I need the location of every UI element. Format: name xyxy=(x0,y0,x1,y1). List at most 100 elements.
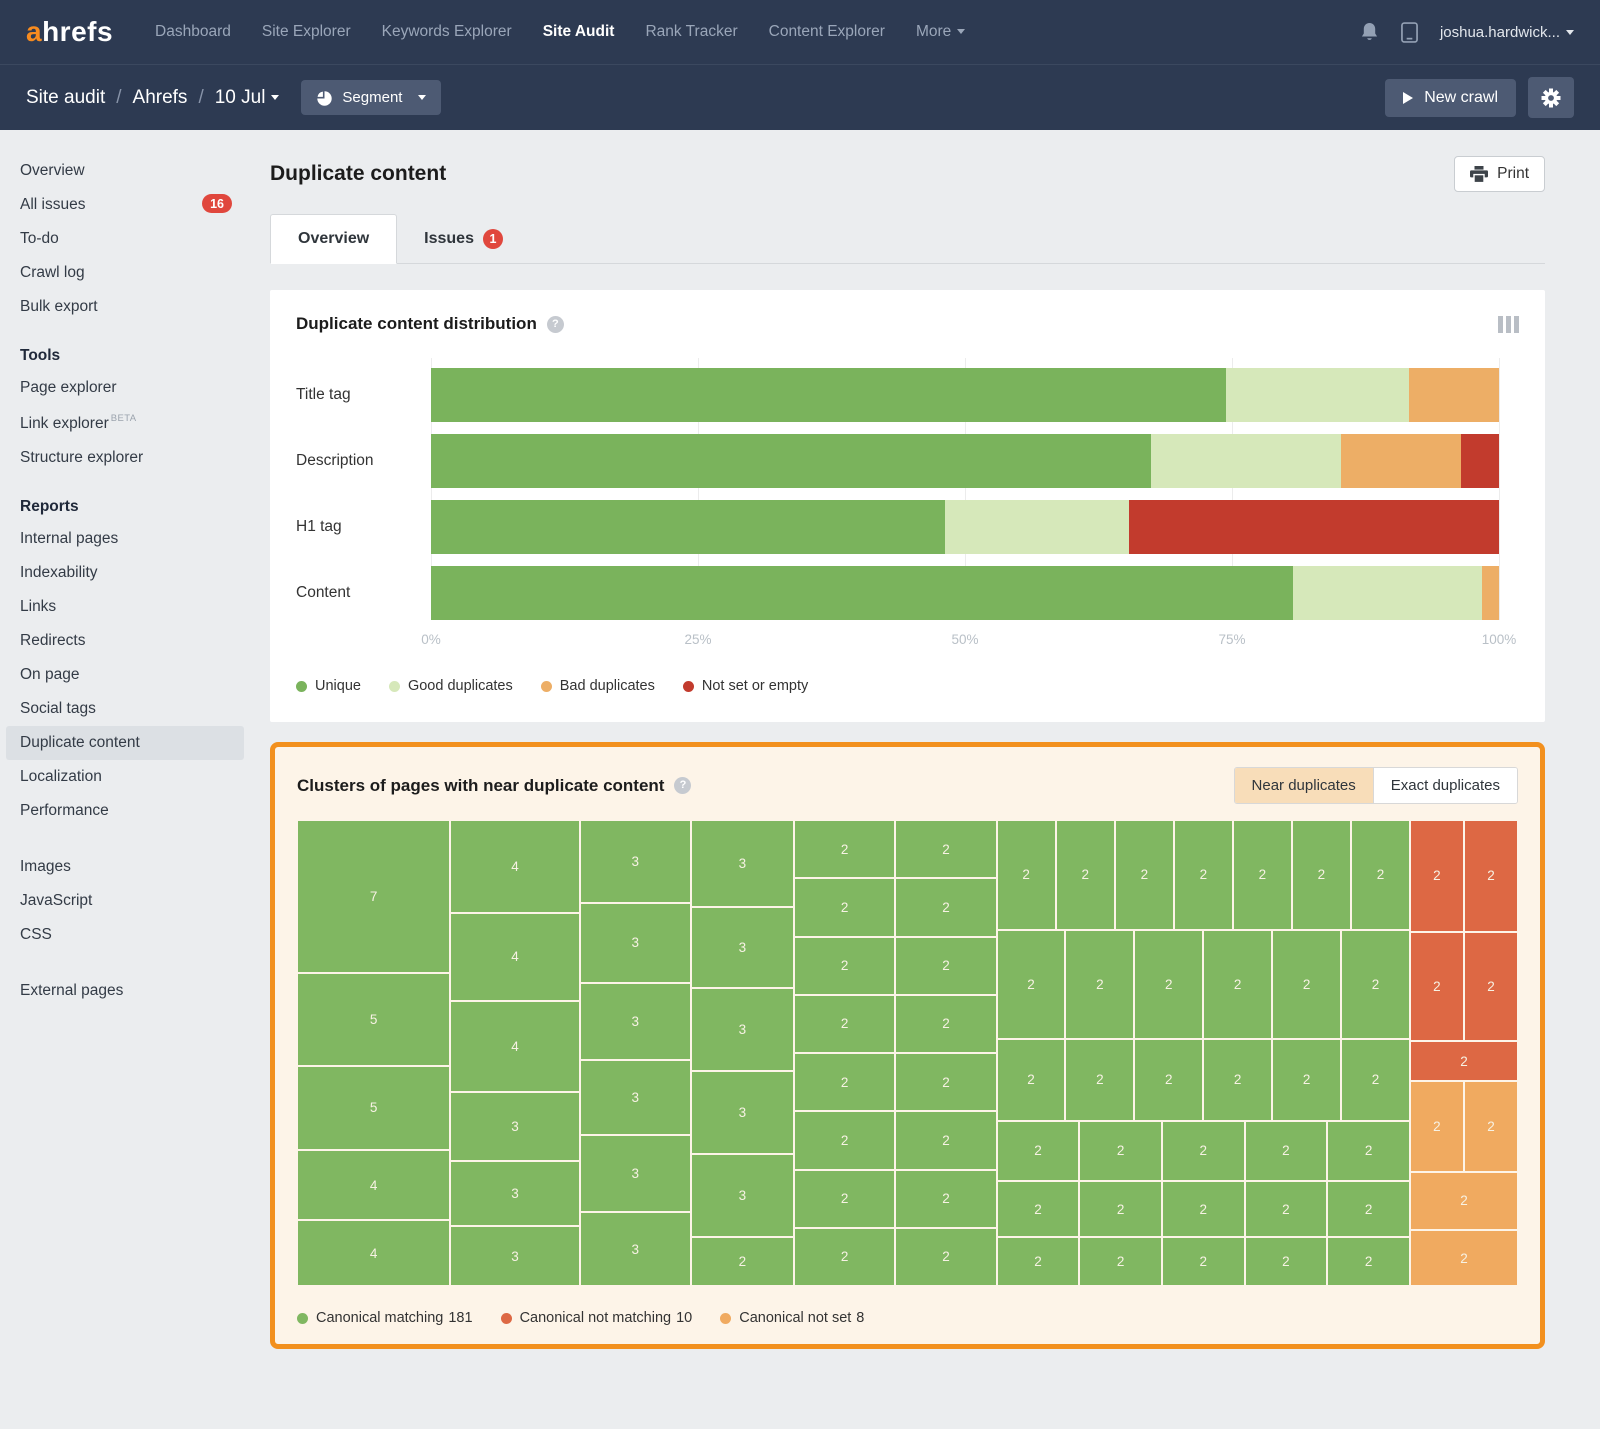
treemap-cell-matching[interactable]: 3 xyxy=(690,987,794,1071)
treemap-cell-matching[interactable]: 2 xyxy=(1232,820,1292,930)
treemap-cell-matching[interactable]: 2 xyxy=(996,1237,1080,1286)
bar-segment-bad-duplicates[interactable] xyxy=(1481,566,1499,620)
treemap-cell-matching[interactable]: 2 xyxy=(895,1111,997,1170)
sidebar-item-link-explorer[interactable]: Link explorer BETA xyxy=(6,405,244,441)
treemap-cell-not_set[interactable]: 2 xyxy=(1409,1230,1518,1286)
treemap-cell-matching[interactable]: 7 xyxy=(297,820,451,973)
treemap-cell-matching[interactable]: 4 xyxy=(450,1000,580,1092)
nav-item-content-explorer[interactable]: Content Explorer xyxy=(769,23,885,41)
treemap-cell-matching[interactable]: 2 xyxy=(895,994,997,1053)
treemap-cell-matching[interactable]: 4 xyxy=(450,820,580,913)
treemap-cell-not_set[interactable]: 2 xyxy=(1409,1171,1518,1231)
treemap-cell-matching[interactable]: 2 xyxy=(793,1169,896,1228)
treemap-cell-matching[interactable]: 2 xyxy=(895,878,997,937)
bar-segment-not-set-or-empty[interactable] xyxy=(1460,434,1499,488)
treemap-cell-matching[interactable]: 2 xyxy=(996,820,1056,930)
treemap-cell-matching[interactable]: 2 xyxy=(1203,929,1273,1039)
treemap-cell-not_set[interactable]: 2 xyxy=(1409,1080,1464,1172)
treemap-cell-matching[interactable]: 2 xyxy=(1291,820,1351,930)
treemap-cell-matching[interactable]: 2 xyxy=(1327,1181,1410,1238)
treemap-cell-matching[interactable]: 2 xyxy=(895,820,997,879)
user-menu[interactable]: joshua.hardwick... xyxy=(1440,24,1574,41)
tab-issues[interactable]: Issues 1 xyxy=(397,214,530,264)
sidebar-item-internal-pages[interactable]: Internal pages xyxy=(6,522,244,556)
new-crawl-button[interactable]: New crawl xyxy=(1385,78,1516,117)
toggle-near-duplicates[interactable]: Near duplicates xyxy=(1234,768,1373,803)
nav-item-dashboard[interactable]: Dashboard xyxy=(155,23,231,41)
treemap-cell-matching[interactable]: 4 xyxy=(450,912,580,1001)
treemap-cell-matching[interactable]: 2 xyxy=(1161,1181,1245,1238)
sidebar-item-indexability[interactable]: Indexability xyxy=(6,556,244,590)
treemap-cell-matching[interactable]: 2 xyxy=(1244,1237,1328,1286)
treemap-cell-matching[interactable]: 2 xyxy=(1134,929,1204,1039)
bar-segment-unique[interactable] xyxy=(431,368,1226,422)
treemap-cell-matching[interactable]: 2 xyxy=(1341,929,1410,1039)
treemap-cell-matching[interactable]: 2 xyxy=(793,1227,896,1286)
treemap-cell-not_matching[interactable]: 2 xyxy=(1409,1041,1518,1081)
treemap-cell-matching[interactable]: 2 xyxy=(1272,929,1342,1039)
treemap-cell-matching[interactable]: 2 xyxy=(1173,820,1233,930)
bar-segment-unique[interactable] xyxy=(431,434,1151,488)
breadcrumb-item-site-audit[interactable]: Site audit xyxy=(26,87,105,109)
treemap-cell-matching[interactable]: 2 xyxy=(996,1120,1080,1182)
sidebar-item-duplicate-content[interactable]: Duplicate content xyxy=(6,726,244,760)
bar-segment-bad-duplicates[interactable] xyxy=(1340,434,1461,488)
sidebar-item-page-explorer[interactable]: Page explorer xyxy=(6,371,244,405)
treemap-cell-not_matching[interactable]: 2 xyxy=(1409,820,1464,932)
treemap-cell-matching[interactable]: 2 xyxy=(1079,1120,1162,1182)
treemap-cell-not_matching[interactable]: 2 xyxy=(1463,931,1518,1042)
bar-segment-not-set-or-empty[interactable] xyxy=(1129,500,1499,554)
treemap-cell-matching[interactable]: 2 xyxy=(1079,1181,1162,1238)
nav-item-rank-tracker[interactable]: Rank Tracker xyxy=(645,23,737,41)
nav-item-keywords-explorer[interactable]: Keywords Explorer xyxy=(382,23,512,41)
sidebar-item-structure-explorer[interactable]: Structure explorer xyxy=(6,441,244,475)
sidebar-item-localization[interactable]: Localization xyxy=(6,760,244,794)
settings-button[interactable] xyxy=(1528,77,1574,118)
treemap-cell-matching[interactable]: 2 xyxy=(895,936,997,995)
treemap-cell-matching[interactable]: 4 xyxy=(297,1220,451,1286)
nav-item-more[interactable]: More xyxy=(916,23,966,41)
treemap-cell-matching[interactable]: 3 xyxy=(579,982,691,1060)
treemap-cell-matching[interactable]: 3 xyxy=(579,820,691,903)
toggle-exact-duplicates[interactable]: Exact duplicates xyxy=(1372,768,1517,803)
treemap-cell-not_matching[interactable]: 2 xyxy=(1463,820,1518,932)
treemap-cell-matching[interactable]: 3 xyxy=(579,1059,691,1136)
help-icon[interactable]: ? xyxy=(546,315,564,333)
treemap-cell-matching[interactable]: 2 xyxy=(1350,820,1411,930)
sidebar-item-redirects[interactable]: Redirects xyxy=(6,624,244,658)
breadcrumb-item-10-jul[interactable]: 10 Jul xyxy=(215,87,280,109)
sidebar-item-social-tags[interactable]: Social tags xyxy=(6,692,244,726)
treemap-cell-matching[interactable]: 2 xyxy=(1272,1039,1342,1121)
treemap-cell-matching[interactable]: 2 xyxy=(1055,820,1115,930)
treemap-cell-matching[interactable]: 2 xyxy=(1203,1039,1273,1121)
treemap-cell-matching[interactable]: 2 xyxy=(1327,1120,1410,1182)
bar-segment-good-duplicates[interactable] xyxy=(944,500,1130,554)
treemap-cell-matching[interactable]: 2 xyxy=(1161,1120,1245,1182)
print-button[interactable]: Print xyxy=(1454,156,1545,192)
treemap-cell-matching[interactable]: 3 xyxy=(450,1091,580,1161)
help-icon[interactable]: ? xyxy=(674,777,692,794)
bar-segment-unique[interactable] xyxy=(431,566,1293,620)
treemap-cell-matching[interactable]: 2 xyxy=(1161,1237,1245,1286)
device-icon[interactable] xyxy=(1401,21,1418,43)
sidebar-item-links[interactable]: Links xyxy=(6,590,244,624)
treemap-cell-matching[interactable]: 2 xyxy=(1079,1237,1162,1286)
treemap-cell-matching[interactable]: 5 xyxy=(297,972,451,1066)
treemap-cell-matching[interactable]: 2 xyxy=(1114,820,1174,930)
treemap-cell-matching[interactable]: 2 xyxy=(895,1053,997,1112)
sidebar-item-overview[interactable]: Overview xyxy=(6,154,244,188)
sidebar-item-images[interactable]: Images xyxy=(6,850,244,884)
treemap-cell-not_matching[interactable]: 2 xyxy=(1409,931,1464,1042)
nav-item-site-audit[interactable]: Site Audit xyxy=(543,23,615,41)
treemap-cell-matching[interactable]: 3 xyxy=(579,1135,691,1213)
bar-segment-unique[interactable] xyxy=(431,500,945,554)
bar-segment-bad-duplicates[interactable] xyxy=(1409,368,1499,422)
bar-segment-good-duplicates[interactable] xyxy=(1292,566,1482,620)
treemap-cell-matching[interactable]: 2 xyxy=(1065,1039,1135,1121)
sidebar-item-on-page[interactable]: On page xyxy=(6,658,244,692)
treemap-cell-matching[interactable]: 2 xyxy=(793,994,896,1053)
ahrefs-logo[interactable]: ahrefs xyxy=(26,16,113,48)
treemap-cell-matching[interactable]: 3 xyxy=(450,1160,580,1227)
treemap-cell-matching[interactable]: 2 xyxy=(1341,1039,1410,1121)
segment-button[interactable]: Segment xyxy=(301,80,442,115)
